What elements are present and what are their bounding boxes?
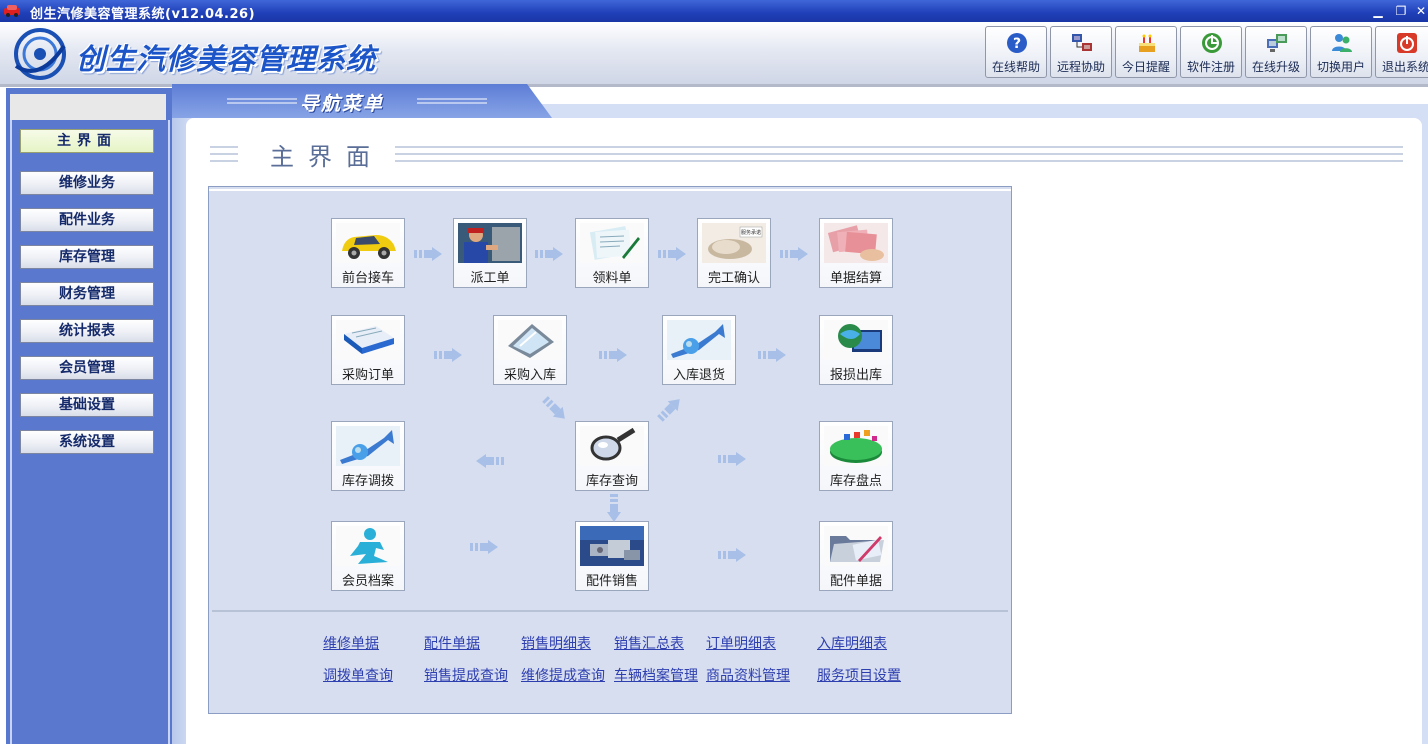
today-reminder-button[interactable]: 今日提醒 [1115,26,1177,78]
title-line [395,160,1403,162]
link-repair-documents[interactable]: 维修单据 [323,633,379,653]
nav-menu-title: 导航菜单 [300,93,385,115]
link-sales-commission-query[interactable]: 销售提成查询 [424,665,508,685]
arrow-right-icon [780,247,808,261]
title-line [210,160,238,162]
flow-arrows [414,247,808,562]
link-parts-documents[interactable]: 配件单据 [424,633,480,653]
cake-icon [1139,34,1155,52]
exit-system-button[interactable]: 退出系统 [1375,26,1428,78]
nav-item-system-settings[interactable]: 系统设置 [20,430,154,454]
logo-icon [14,28,66,80]
link-product-data[interactable]: 商品资料管理 [706,665,790,685]
nav-item-reports[interactable]: 统计报表 [20,319,154,343]
links-separator [212,610,1008,612]
title-line [395,153,1403,155]
app-title: 创生汽修美容管理系统 [76,42,377,76]
link-service-items[interactable]: 服务项目设置 [817,665,901,685]
nav-item-parts[interactable]: 配件业务 [20,208,154,232]
exit-icon [1397,33,1417,53]
restore-button[interactable]: ❐ [1390,2,1412,20]
svg-text:?: ? [1013,36,1021,52]
switch-user-icon [1332,34,1352,52]
nav-item-inventory[interactable]: 库存管理 [20,245,154,269]
arrow-right-icon [414,247,442,261]
close-button[interactable]: ✕ [1410,2,1428,20]
arrow-down-right-icon [540,394,570,424]
app-header: 创生汽修美容管理系统 ? 在线帮助 远程协助 今日提醒 软件注册 在线升级 切换… [0,22,1428,87]
link-repair-commission-query[interactable]: 维修提成查询 [521,665,605,685]
arrow-up-right-icon [655,394,685,424]
arrow-right-icon [718,548,746,562]
title-line [210,146,238,148]
switch-user-button[interactable]: 切换用户 [1310,26,1372,78]
car-app-icon [4,5,20,17]
arrow-right-icon [718,452,746,466]
arrow-right-icon [758,348,786,362]
link-sales-detail[interactable]: 销售明细表 [521,633,591,653]
arrow-right-icon [434,348,462,362]
nav-item-members[interactable]: 会员管理 [20,356,154,380]
link-inbound-detail[interactable]: 入库明细表 [817,633,887,653]
title-line [395,146,1403,148]
arrow-right-icon [470,540,498,554]
register-icon [1202,33,1222,53]
title-line [210,153,238,155]
nav-item-basic-settings[interactable]: 基础设置 [20,393,154,417]
nav-item-home[interactable]: 主界面 [20,129,154,153]
link-sales-summary[interactable]: 销售汇总表 [614,633,684,653]
arrow-right-icon [599,348,627,362]
help-icon: ? [1007,33,1027,53]
title-bar: 创生汽修美容管理系统(v12.04.26) ▁ ❐ ✕ [0,0,1428,22]
remote-assist-icon [1072,34,1092,51]
nav-item-repair[interactable]: 维修业务 [20,171,154,195]
arrow-down-icon [607,494,621,522]
help-button[interactable]: ? 在线帮助 [985,26,1047,78]
page-title: 主界面 [270,143,384,171]
arrow-right-icon [658,247,686,261]
link-transfer-query[interactable]: 调拨单查询 [323,665,393,685]
link-order-detail[interactable]: 订单明细表 [706,633,776,653]
nav-item-finance[interactable]: 财务管理 [20,282,154,306]
remote-assist-button[interactable]: 远程协助 [1050,26,1112,78]
window-title: 创生汽修美容管理系统(v12.04.26) [30,7,256,22]
link-vehicle-records[interactable]: 车辆档案管理 [614,665,698,685]
online-upgrade-button[interactable]: 在线升级 [1245,26,1307,78]
arrow-left-icon [476,454,504,468]
software-register-button[interactable]: 软件注册 [1180,26,1242,78]
sidebar-header [10,94,166,120]
upgrade-icon [1267,34,1287,52]
arrow-right-icon [535,247,563,261]
minimize-button[interactable]: ▁ [1367,2,1389,20]
